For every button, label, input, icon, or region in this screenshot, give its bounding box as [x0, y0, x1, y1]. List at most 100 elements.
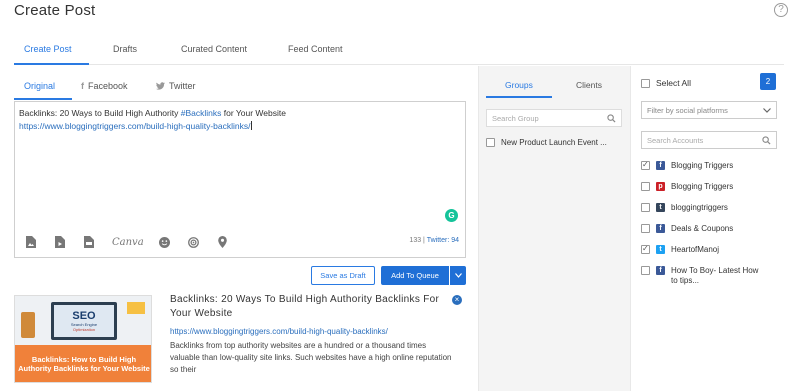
groups-tab-underline [486, 96, 552, 98]
active-tab-underline [14, 63, 89, 65]
post-text: Backlinks: 20 Ways to Build High Authori… [19, 108, 181, 118]
tab-facebook-label: Facebook [88, 81, 128, 91]
select-all-label: Select All [656, 78, 691, 88]
account-item[interactable]: f How To Boy- Latest How to tips... [641, 266, 763, 286]
preview-description: Backlinks from top authority websites ar… [170, 341, 452, 374]
tumblr-icon: t [656, 203, 665, 212]
account-item[interactable]: p Blogging Triggers [641, 182, 763, 192]
active-subtab-underline [14, 98, 72, 100]
tab-original[interactable]: Original [24, 81, 55, 91]
twitter-icon [156, 82, 165, 90]
account-name: bloggingtriggers [671, 203, 728, 212]
post-url[interactable]: https://www.bloggingtriggers.com/build-h… [19, 121, 251, 131]
thumb-sub-text-2: Optimization [72, 326, 96, 332]
chevron-down-icon [763, 108, 771, 113]
target-icon[interactable] [188, 236, 200, 248]
facebook-icon: f [656, 161, 665, 170]
tab-twitter[interactable]: Twitter [156, 81, 196, 91]
pinterest-icon: p [656, 182, 665, 191]
accounts-panel: Select All 2 Filter by social platforms … [630, 66, 800, 391]
network-tabs: Original f Facebook Twitter [14, 68, 466, 100]
preview-title: Backlinks: 20 Ways To Build High Authori… [170, 294, 440, 319]
account-checkbox[interactable] [641, 244, 650, 254]
account-checkbox[interactable] [641, 160, 650, 170]
tab-drafts[interactable]: Drafts [113, 44, 137, 54]
account-item[interactable]: f Deals & Coupons [641, 224, 763, 234]
queue-options-dropdown[interactable] [450, 266, 466, 285]
thumb-banner: Backlinks: How to Build High Authority B… [15, 345, 151, 382]
search-icon [762, 136, 771, 145]
thumb-laptop: SEO Search Engine Optimization [51, 302, 117, 340]
save-draft-button[interactable]: Save as Draft [311, 266, 375, 285]
search-accounts-placeholder: Search Accounts [647, 136, 704, 145]
group-checkbox[interactable] [486, 138, 495, 147]
canva-icon[interactable]: Canva [112, 236, 144, 248]
facebook-icon: f [656, 266, 665, 275]
thumb-pencil-pot [21, 312, 35, 338]
facebook-icon: f [656, 224, 665, 233]
account-item[interactable]: t bloggingtriggers [641, 203, 763, 213]
groups-tabs: Groups Clients [479, 66, 630, 98]
select-all-row[interactable]: Select All [641, 78, 691, 88]
image-upload-icon[interactable] [25, 236, 37, 248]
search-group-input[interactable]: Search Group [486, 109, 622, 127]
page-title: Create Post [14, 2, 96, 19]
tab-feed-content[interactable]: Feed Content [288, 44, 343, 54]
gif-upload-icon[interactable] [83, 236, 95, 248]
platform-filter-select[interactable]: Filter by social platforms [641, 101, 777, 119]
thumb-screen: SEO Search Engine Optimization [54, 305, 114, 337]
select-all-checkbox[interactable] [641, 78, 650, 88]
tab-create-post[interactable]: Create Post [24, 44, 72, 54]
emoji-icon[interactable] [159, 236, 171, 248]
account-name: Blogging Triggers [671, 182, 734, 191]
account-checkbox[interactable] [641, 266, 650, 275]
grammarly-icon[interactable]: G [445, 209, 458, 222]
account-name: Blogging Triggers [671, 161, 734, 170]
search-icon [607, 114, 616, 123]
post-editor[interactable]: Backlinks: 20 Ways to Build High Authori… [14, 101, 466, 258]
group-item[interactable]: New Product Launch Event ... [486, 138, 607, 147]
account-item[interactable]: f Blogging Triggers [641, 160, 763, 171]
platform-filter-placeholder: Filter by social platforms [647, 106, 728, 115]
preview-thumbnail: SEO Search Engine Optimization Backlinks… [14, 295, 152, 383]
group-item-label: New Product Launch Event ... [501, 138, 607, 147]
tab-facebook[interactable]: f Facebook [81, 81, 128, 91]
twitter-char-count: Twitter: 94 [426, 237, 459, 244]
search-group-placeholder: Search Group [492, 114, 539, 123]
search-accounts-input[interactable]: Search Accounts [641, 131, 777, 149]
account-checkbox[interactable] [641, 182, 650, 191]
account-name: How To Boy- Latest How to tips... [671, 266, 759, 285]
tab-twitter-label: Twitter [169, 81, 196, 91]
post-actions: Save as Draft Add To Queue [311, 266, 466, 285]
text-cursor [250, 121, 252, 130]
account-checkbox[interactable] [641, 203, 650, 212]
add-to-queue-button[interactable]: Add To Queue [381, 266, 449, 285]
editor-text[interactable]: Backlinks: 20 Ways to Build High Authori… [19, 107, 459, 133]
account-name: Deals & Coupons [671, 224, 734, 233]
account-item[interactable]: t HeartofManoj [641, 244, 763, 255]
hashtag[interactable]: #Backlinks [181, 108, 222, 118]
account-checkbox[interactable] [641, 224, 650, 233]
character-count: 133 | Twitter: 94 [409, 237, 459, 244]
selected-count-badge: 2 [760, 73, 776, 90]
help-icon[interactable]: ? [774, 3, 788, 17]
thumb-seo-text: SEO [72, 309, 96, 322]
location-icon[interactable] [217, 236, 229, 248]
compose-pane: Original f Facebook Twitter Backlinks: 2… [14, 68, 466, 383]
account-name: HeartofManoj [671, 245, 720, 254]
close-preview-icon[interactable]: × [452, 295, 462, 305]
video-upload-icon[interactable] [54, 236, 66, 248]
tab-clients[interactable]: Clients [576, 80, 602, 90]
thumb-banner-text: Backlinks: How to Build High Authority B… [18, 354, 150, 373]
link-preview: SEO Search Engine Optimization Backlinks… [14, 293, 466, 383]
chevron-down-icon [454, 273, 462, 278]
char-count-total: 133 [409, 237, 422, 244]
thumb-sticky-note [127, 302, 145, 314]
tab-curated-content[interactable]: Curated Content [181, 44, 247, 54]
facebook-icon: f [81, 81, 84, 91]
tab-groups[interactable]: Groups [505, 80, 533, 90]
preview-url[interactable]: https://www.bloggingtriggers.com/build-h… [170, 327, 388, 336]
top-tabs: Create Post Drafts Curated Content Feed … [14, 35, 784, 65]
twitter-icon: t [656, 245, 665, 254]
editor-toolbar: Canva [25, 236, 246, 248]
